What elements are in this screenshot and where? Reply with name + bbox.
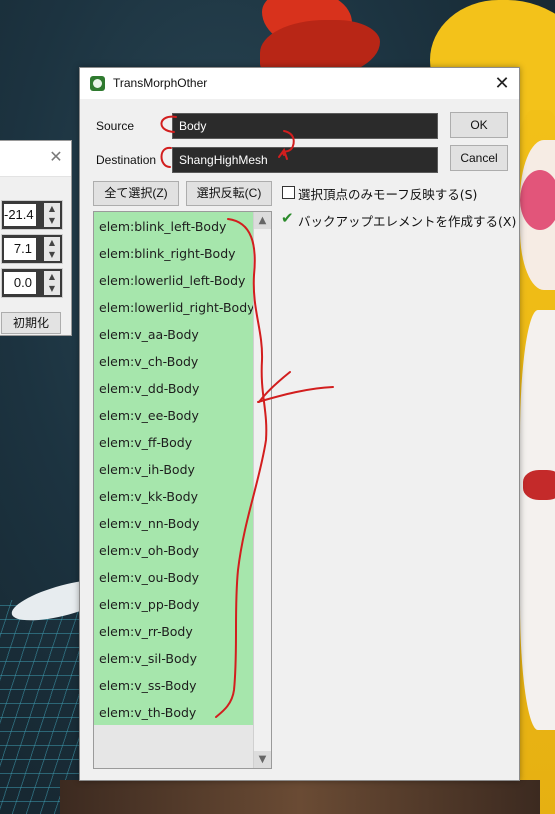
list-item[interactable]: elem:v_th-Body <box>99 699 196 726</box>
spin-up-icon[interactable]: ▲ <box>44 237 60 249</box>
spin-up-icon[interactable]: ▲ <box>44 203 60 215</box>
app-icon <box>90 76 105 91</box>
model-eye <box>520 170 555 230</box>
selected-items-area: elem:blink_left-Body elem:blink_right-Bo… <box>94 212 255 726</box>
checkbox-box[interactable] <box>282 186 295 199</box>
list-item[interactable]: elem:blink_left-Body <box>99 213 226 240</box>
list-item[interactable]: elem:v_ch-Body <box>99 348 198 375</box>
list-item[interactable]: elem:v_ee-Body <box>99 402 199 429</box>
model-ribbon <box>523 470 555 500</box>
scroll-down-icon[interactable]: ▼ <box>254 751 271 768</box>
list-item[interactable]: elem:blink_right-Body <box>99 240 236 267</box>
dialog-titlebar: TransMorphOther ✕ <box>80 68 519 99</box>
spinner-buttons: ▲ ▼ <box>44 271 60 295</box>
list-item[interactable]: elem:lowerlid_right-Body <box>99 294 255 321</box>
spin-down-icon[interactable]: ▼ <box>44 249 60 261</box>
list-item[interactable]: elem:v_rr-Body <box>99 618 193 645</box>
close-icon[interactable]: ✕ <box>47 148 65 166</box>
spinner-buttons: ▲ ▼ <box>44 237 60 261</box>
model-base <box>60 780 540 814</box>
destination-field[interactable]: ShangHighMesh <box>172 147 438 173</box>
checkbox-label: 選択頂点のみモーフ反映する(S) <box>298 187 478 202</box>
spin-down-icon[interactable]: ▼ <box>44 283 60 295</box>
spinner-buttons: ▲ ▼ <box>44 203 60 227</box>
list-item[interactable]: elem:v_sil-Body <box>99 645 197 672</box>
spinner-value[interactable]: 0.0 <box>4 272 36 294</box>
source-field[interactable]: Body <box>172 113 438 139</box>
morph-element-list[interactable]: elem:blink_left-Body elem:blink_right-Bo… <box>93 211 272 769</box>
checkbox-label: バックアップエレメントを作成する(X) <box>298 214 517 229</box>
transform-panel: ✕ -21.4 ▲ ▼ 7.1 ▲ ▼ 0.0 ▲ ▼ 初期化 <box>0 140 72 336</box>
select-all-button[interactable]: 全て選択(Z) <box>93 181 179 206</box>
spinner-value[interactable]: -21.4 <box>4 204 36 226</box>
list-item[interactable]: elem:v_pp-Body <box>99 591 199 618</box>
list-item[interactable]: elem:v_oh-Body <box>99 537 199 564</box>
list-scrollbar[interactable]: ▲ ▼ <box>253 212 271 768</box>
invert-selection-button[interactable]: 選択反転(C) <box>186 181 272 206</box>
spinner-value[interactable]: 7.1 <box>4 238 36 260</box>
list-item[interactable]: elem:v_ss-Body <box>99 672 197 699</box>
transmorph-dialog: TransMorphOther ✕ Source Body OK Destina… <box>79 67 520 781</box>
list-item[interactable]: elem:v_ih-Body <box>99 456 195 483</box>
reset-button[interactable]: 初期化 <box>1 312 61 334</box>
list-item[interactable]: elem:v_ff-Body <box>99 429 192 456</box>
list-item[interactable]: elem:v_kk-Body <box>99 483 198 510</box>
source-label: Source <box>96 119 135 133</box>
ok-button[interactable]: OK <box>450 112 508 138</box>
transform-panel-titlebar: ✕ <box>0 141 71 177</box>
dialog-title: TransMorphOther <box>113 76 208 90</box>
list-item[interactable]: elem:lowerlid_left-Body <box>99 267 245 294</box>
value-spinner-3[interactable]: 0.0 ▲ ▼ <box>1 268 63 298</box>
cancel-button[interactable]: Cancel <box>450 145 508 171</box>
destination-label: Destination <box>96 153 157 167</box>
value-spinner-2[interactable]: 7.1 ▲ ▼ <box>1 234 63 264</box>
spin-down-icon[interactable]: ▼ <box>44 215 60 227</box>
close-icon[interactable]: ✕ <box>491 73 513 95</box>
list-item[interactable]: elem:v_dd-Body <box>99 375 199 402</box>
list-item[interactable]: elem:v_aa-Body <box>99 321 199 348</box>
spin-up-icon[interactable]: ▲ <box>44 271 60 283</box>
model-body <box>520 310 555 730</box>
value-spinner-1[interactable]: -21.4 ▲ ▼ <box>1 200 63 230</box>
checkmark-icon[interactable]: ✔ <box>281 209 294 227</box>
scroll-up-icon[interactable]: ▲ <box>254 212 271 229</box>
list-item[interactable]: elem:v_ou-Body <box>99 564 199 591</box>
list-item[interactable]: elem:v_nn-Body <box>99 510 199 537</box>
